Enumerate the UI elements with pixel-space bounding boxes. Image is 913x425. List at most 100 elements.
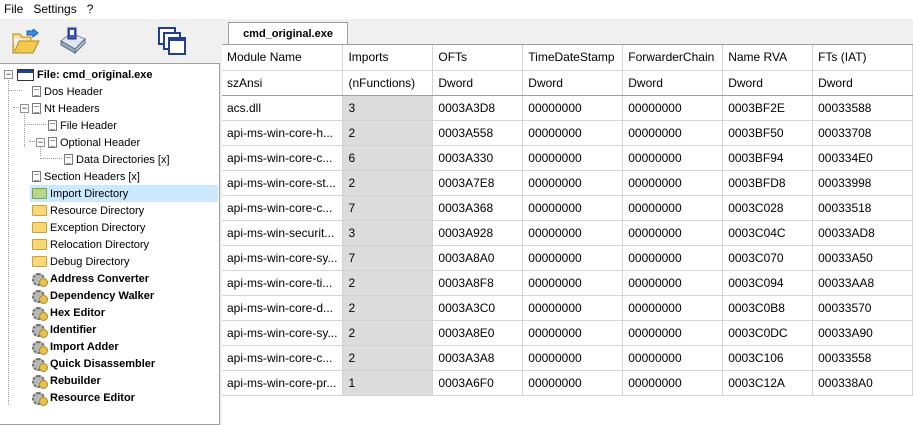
- table-cell[interactable]: 00000000: [522, 370, 624, 396]
- table-cell[interactable]: Name RVA: [722, 45, 814, 71]
- column-type-row[interactable]: szAnsi (nFunctions) Dword Dword Dword Dword Dw…: [222, 70, 913, 96]
- table-row[interactable]: api-ms-win-core-c... 6 0003A330 00000000 000…: [222, 145, 913, 171]
- table-cell[interactable]: 00000000: [522, 245, 624, 271]
- table-cell[interactable]: 2: [342, 320, 434, 346]
- menu-help[interactable]: ?: [85, 0, 102, 19]
- table-cell[interactable]: api-ms-win-core-pr...: [222, 370, 344, 396]
- tree-item-optional-header[interactable]: Optional Header: [48, 134, 140, 151]
- table-cell[interactable]: api-ms-win-core-c...: [222, 145, 344, 171]
- table-cell[interactable]: 00033AA8: [812, 270, 913, 296]
- collapse-optional-header-expander[interactable]: −: [36, 138, 45, 147]
- table-cell[interactable]: 0003A6F0: [432, 370, 524, 396]
- table-cell[interactable]: 00033558: [812, 345, 913, 371]
- table-row[interactable]: api-ms-win-securit... 3 0003A928 00000000 00…: [222, 220, 913, 246]
- table-cell[interactable]: 00000000: [522, 320, 624, 346]
- table-cell[interactable]: 3: [342, 95, 434, 121]
- table-cell[interactable]: 00000000: [522, 270, 624, 296]
- table-row[interactable]: api-ms-win-core-h... 2 0003A558 00000000 000…: [222, 120, 913, 146]
- table-cell[interactable]: api-ms-win-core-h...: [222, 120, 344, 146]
- table-cell[interactable]: 0003A7E8: [432, 170, 524, 196]
- table-cell[interactable]: 00033998: [812, 170, 913, 196]
- table-cell[interactable]: TimeDateStamp: [522, 45, 624, 71]
- table-cell[interactable]: 00000000: [622, 245, 724, 271]
- table-cell[interactable]: 0003C070: [722, 245, 814, 271]
- table-row[interactable]: api-ms-win-core-c... 7 0003A368 00000000 000…: [222, 195, 913, 221]
- table-cell[interactable]: Imports: [342, 45, 434, 71]
- menu-settings[interactable]: Settings: [31, 0, 84, 19]
- table-cell[interactable]: (nFunctions): [342, 70, 434, 96]
- table-row[interactable]: api-ms-win-core-ti... 2 0003A8F8 00000000 00…: [222, 270, 913, 296]
- table-cell[interactable]: 00033570: [812, 295, 913, 321]
- collapse-root-expander[interactable]: −: [4, 70, 13, 79]
- table-cell[interactable]: 0003A3C0: [432, 295, 524, 321]
- table-cell[interactable]: 00000000: [622, 370, 724, 396]
- table-cell[interactable]: 0003A330: [432, 145, 524, 171]
- table-cell[interactable]: 00000000: [522, 95, 624, 121]
- table-cell[interactable]: api-ms-win-core-sy...: [222, 320, 344, 346]
- table-cell[interactable]: 2: [342, 270, 434, 296]
- tree-item-resource-editor[interactable]: Resource Editor: [32, 389, 135, 406]
- table-cell[interactable]: 0003C106: [722, 345, 814, 371]
- table-cell[interactable]: api-ms-win-core-c...: [222, 345, 344, 371]
- tree-item-relocation-directory[interactable]: Relocation Directory: [32, 236, 149, 253]
- tree-item-dos-header[interactable]: Dos Header: [32, 83, 103, 100]
- table-cell[interactable]: 00000000: [622, 170, 724, 196]
- table-cell[interactable]: 0003C094: [722, 270, 814, 296]
- menu-file[interactable]: File: [2, 0, 31, 19]
- table-cell[interactable]: 00000000: [622, 220, 724, 246]
- table-cell[interactable]: 7: [342, 245, 434, 271]
- table-cell[interactable]: 0003A8F8: [432, 270, 524, 296]
- table-row[interactable]: api-ms-win-core-sy... 7 0003A8A0 00000000 00…: [222, 245, 913, 271]
- table-cell[interactable]: 7: [342, 195, 434, 221]
- table-cell[interactable]: Dword: [722, 70, 814, 96]
- tree-item-root-file[interactable]: File: cmd_original.exe: [17, 66, 153, 83]
- table-cell[interactable]: 00000000: [522, 170, 624, 196]
- table-cell[interactable]: 00033588: [812, 95, 913, 121]
- tree-item-section-headers[interactable]: Section Headers [x]: [32, 168, 140, 185]
- table-cell[interactable]: api-ms-win-core-ti...: [222, 270, 344, 296]
- table-cell[interactable]: 0003A8E0: [432, 320, 524, 346]
- table-cell[interactable]: Module Name: [222, 45, 344, 71]
- table-cell[interactable]: 00000000: [522, 195, 624, 221]
- table-cell[interactable]: 000334E0: [812, 145, 913, 171]
- table-cell[interactable]: 0003BF50: [722, 120, 814, 146]
- table-cell[interactable]: ForwarderChain: [622, 45, 724, 71]
- table-cell[interactable]: 00033A50: [812, 245, 913, 271]
- table-cell[interactable]: 00000000: [622, 95, 724, 121]
- table-cell[interactable]: FTs (IAT): [812, 45, 913, 71]
- table-cell[interactable]: 00000000: [522, 295, 624, 321]
- table-cell[interactable]: 00000000: [522, 345, 624, 371]
- table-cell[interactable]: 0003A368: [432, 195, 524, 221]
- table-cell[interactable]: 00000000: [622, 145, 724, 171]
- column-header-row[interactable]: Module Name Imports OFTs TimeDateStamp Forwa…: [222, 45, 913, 71]
- table-cell[interactable]: 00033518: [812, 195, 913, 221]
- table-cell[interactable]: 00000000: [622, 345, 724, 371]
- table-cell[interactable]: 0003A8A0: [432, 245, 524, 271]
- tree-item-nt-headers[interactable]: Nt Headers: [32, 100, 100, 117]
- table-cell[interactable]: 00000000: [522, 145, 624, 171]
- table-cell[interactable]: api-ms-win-securit...: [222, 220, 344, 246]
- tab-cmd-original[interactable]: cmd_original.exe: [228, 22, 348, 45]
- table-row[interactable]: api-ms-win-core-st... 2 0003A7E8 00000000 00…: [222, 170, 913, 196]
- table-cell[interactable]: 00000000: [622, 320, 724, 346]
- table-cell[interactable]: 00000000: [622, 295, 724, 321]
- collapse-nt-headers-expander[interactable]: −: [20, 104, 29, 113]
- tree-item-resource-directory[interactable]: Resource Directory: [32, 202, 144, 219]
- table-cell[interactable]: 0003C0B8: [722, 295, 814, 321]
- table-row[interactable]: api-ms-win-core-pr... 1 0003A6F0 00000000 00…: [222, 370, 913, 396]
- table-cell[interactable]: 0003BF94: [722, 145, 814, 171]
- tree-item-debug-directory[interactable]: Debug Directory: [32, 253, 129, 270]
- table-cell[interactable]: OFTs: [432, 45, 524, 71]
- tree-item-identifier[interactable]: Identifier: [32, 321, 96, 338]
- table-cell[interactable]: 2: [342, 345, 434, 371]
- tree-item-rebuilder[interactable]: Rebuilder: [32, 372, 101, 389]
- tree-item-exception-directory[interactable]: Exception Directory: [32, 219, 145, 236]
- table-cell[interactable]: 0003C028: [722, 195, 814, 221]
- tree-item-data-directories[interactable]: Data Directories [x]: [64, 151, 170, 168]
- table-row[interactable]: api-ms-win-core-sy... 2 0003A8E0 00000000 00…: [222, 320, 913, 346]
- table-row[interactable]: api-ms-win-core-c... 2 0003A3A8 00000000 000…: [222, 345, 913, 371]
- tree-item-address-converter[interactable]: Address Converter: [32, 270, 149, 287]
- table-cell[interactable]: 000338A0: [812, 370, 913, 396]
- tree-item-import-directory[interactable]: Import Directory: [30, 185, 218, 202]
- table-cell[interactable]: 0003C04C: [722, 220, 814, 246]
